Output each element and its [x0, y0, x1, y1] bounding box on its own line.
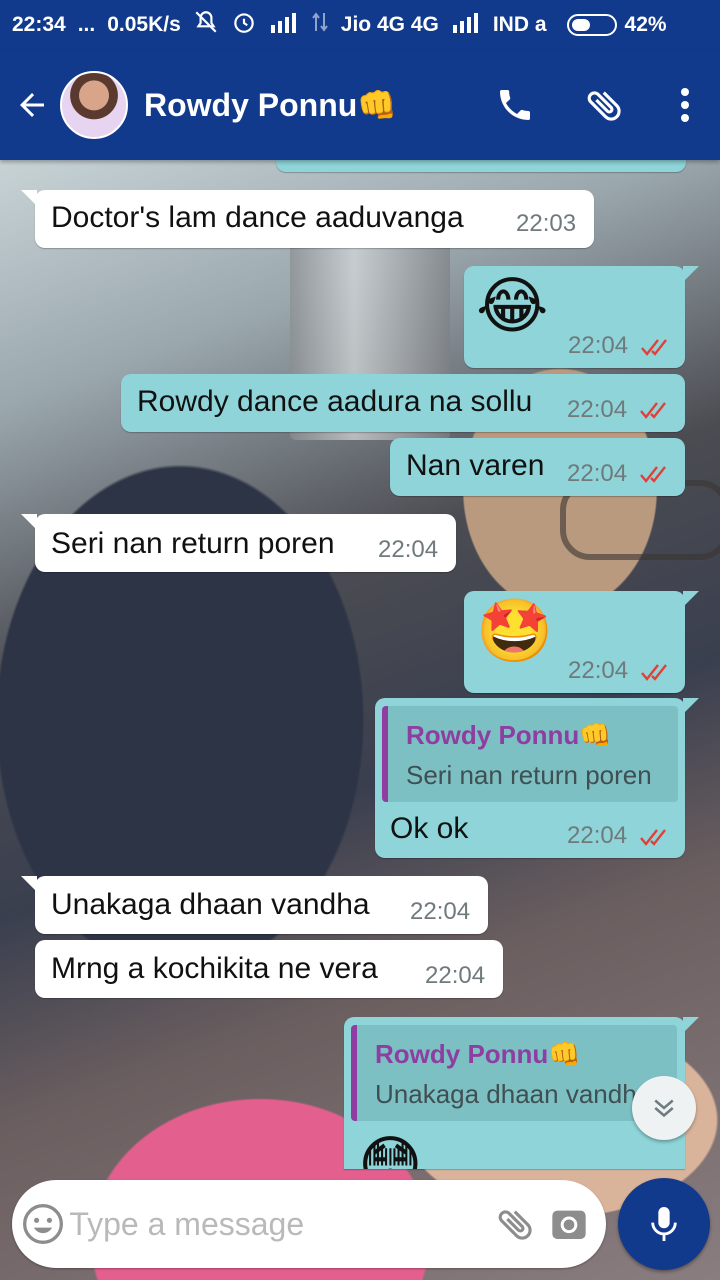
voice-call-button[interactable] — [470, 50, 560, 160]
quoted-text: Unakaga dhaan vandha — [375, 1079, 652, 1109]
alarm-icon — [231, 9, 257, 41]
read-ticks-icon — [641, 664, 667, 681]
message-text: Seri nan return poren — [51, 527, 335, 560]
read-ticks-icon — [640, 402, 666, 419]
message-time: 22:04 — [378, 536, 439, 563]
message-emoji: 😂 — [476, 272, 549, 341]
read-ticks-icon — [641, 339, 667, 356]
status-time: 22:34 — [12, 13, 66, 36]
message-bubble-incoming[interactable]: Seri nan return poren 22:04 — [21, 514, 456, 572]
message-bubble-outgoing[interactable]: 😂 22:04 — [464, 266, 699, 368]
quoted-text: Seri nan return poren — [406, 760, 652, 790]
status-bar: 22:34 ... 0.05K/s Jio 4G 4G IND a 42% — [0, 0, 720, 50]
message-bubble-outgoing[interactable]: 🤩 22:04 — [464, 591, 699, 693]
message-time: 22:04 — [567, 396, 628, 423]
paperclip-icon — [587, 91, 621, 121]
message-bubble-outgoing[interactable]: Rowdy dance aadura na sollu 22:04 — [121, 374, 685, 432]
more-vert-icon — [681, 88, 689, 122]
message-text: Nan varen — [406, 449, 545, 482]
quoted-message[interactable]: Rowdy Ponnu👊 Unakaga dhaan vandha — [351, 1025, 677, 1121]
message-time: 22:03 — [516, 210, 577, 237]
message-composer — [12, 1180, 606, 1268]
double-chevron-down-icon — [654, 1099, 674, 1118]
status-dots: ... — [77, 13, 96, 36]
message-text: Unakaga dhaan vandha — [51, 888, 370, 921]
emoji-clip: 😳 — [358, 1131, 430, 1170]
battery-icon — [566, 14, 617, 36]
message-bubble-outgoing[interactable]: Nan varen 22:04 — [390, 438, 685, 496]
contact-avatar[interactable] — [60, 71, 128, 139]
message-time: 22:04 — [425, 962, 486, 989]
contact-name[interactable]: Rowdy Ponnu👊 — [144, 86, 470, 124]
quoted-sender: Rowdy Ponnu👊 — [406, 720, 612, 750]
message-time: 22:04 — [568, 657, 629, 684]
read-ticks-icon — [640, 829, 666, 846]
attach-button[interactable] — [560, 50, 650, 160]
message-bubble-reply[interactable]: Rowdy Ponnu👊 Seri nan return poren Ok ok… — [375, 698, 699, 858]
message-text: Mrng a kochikita ne vera — [51, 952, 378, 985]
signal-icon-2 — [451, 11, 481, 39]
message-text: Doctor's lam dance aaduvanga — [51, 201, 464, 234]
message-time: 22:04 — [568, 332, 629, 359]
network-speed: 0.05K/s — [107, 13, 181, 36]
more-options-button[interactable] — [650, 50, 720, 160]
message-bubble-incoming[interactable]: Unakaga dhaan vandha 22:04 — [21, 876, 488, 934]
mute-icon — [193, 9, 219, 41]
read-ticks-icon — [640, 466, 666, 483]
camera-icon — [552, 1210, 586, 1239]
smiley-icon — [22, 1204, 63, 1244]
emoji-button[interactable] — [16, 1180, 69, 1268]
scroll-to-bottom-button[interactable] — [632, 1076, 696, 1140]
attach-file-button[interactable] — [489, 1180, 542, 1268]
message-bubble-incoming[interactable]: Doctor's lam dance aaduvanga 22:03 — [21, 190, 594, 248]
message-bubble-incoming[interactable]: Mrng a kochikita ne vera 22:04 — [35, 940, 503, 998]
chat-header: Rowdy Ponnu👊 — [0, 50, 720, 160]
carrier2-label: IND a — [492, 13, 547, 36]
phone-icon — [500, 90, 530, 120]
carrier-label: Jio 4G 4G — [340, 13, 439, 36]
message-time: 22:04 — [567, 460, 628, 487]
message-input[interactable] — [69, 1205, 490, 1243]
paperclip-icon — [498, 1210, 532, 1240]
battery-percent: 42% — [624, 13, 667, 36]
message-text: Rowdy dance aadura na sollu — [137, 385, 533, 418]
message-text: Ok ok — [390, 812, 469, 845]
quoted-sender: Rowdy Ponnu👊 — [375, 1039, 581, 1069]
voice-record-button[interactable] — [618, 1178, 710, 1270]
message-time: 22:04 — [567, 822, 628, 849]
back-button[interactable] — [4, 50, 60, 160]
back-arrow-icon — [20, 93, 44, 117]
signal-icon — [269, 11, 299, 39]
quoted-message[interactable]: Rowdy Ponnu👊 Seri nan return poren — [382, 706, 678, 802]
camera-button[interactable] — [543, 1180, 596, 1268]
data-arrows-icon — [311, 11, 329, 39]
message-emoji: 🤩 — [476, 597, 554, 666]
message-time: 22:04 — [410, 898, 471, 925]
microphone-icon — [651, 1207, 677, 1241]
message-bubble-reply[interactable]: Rowdy Ponnu👊 Unakaga dhaan vandha 😳 — [344, 1017, 699, 1170]
message-emoji: 😳 — [358, 1131, 423, 1170]
